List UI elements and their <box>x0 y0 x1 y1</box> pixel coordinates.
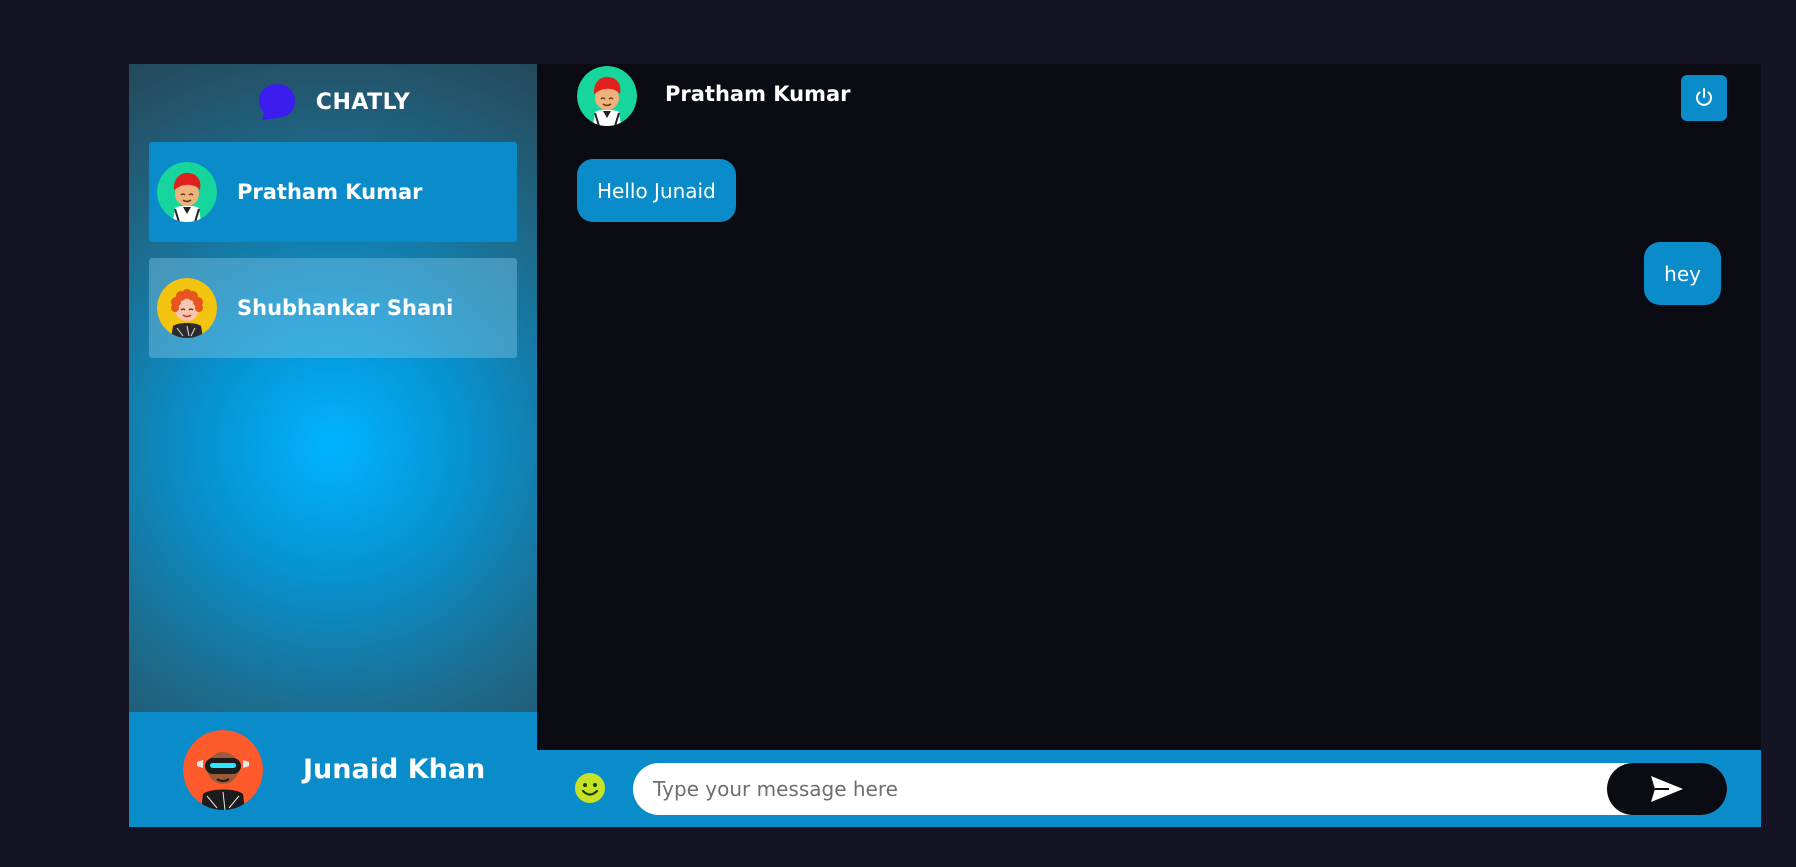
smiley-icon[interactable] <box>574 772 606 804</box>
avatar <box>183 729 263 810</box>
avatar <box>157 278 217 338</box>
contact-item-shubhankar-shani[interactable]: Shubhankar Shani <box>149 258 517 358</box>
contact-item-pratham-kumar[interactable]: Pratham Kumar <box>149 142 517 242</box>
chat-panel: Pratham Kumar Hello Junaid hey <box>537 64 1761 827</box>
chat-header: Pratham Kumar <box>537 64 1761 128</box>
current-user-name: Junaid Khan <box>303 754 486 785</box>
chat-bubble-icon <box>258 84 295 120</box>
brand-name: CHATLY <box>315 89 411 115</box>
sidebar: CHATLY Pratham Kumar Shubhankar Shani Ju… <box>129 64 537 827</box>
avatar <box>157 162 217 222</box>
avatar <box>577 66 637 126</box>
message-input[interactable] <box>653 763 1573 815</box>
send-icon <box>1651 776 1683 802</box>
chat-app: CHATLY Pratham Kumar Shubhankar Shani Ju… <box>129 64 1761 827</box>
logout-button[interactable] <box>1681 75 1727 121</box>
message-composer <box>537 750 1761 827</box>
contact-name: Shubhankar Shani <box>237 296 454 320</box>
message-outgoing: hey <box>1644 242 1721 305</box>
brand: CHATLY <box>129 82 537 122</box>
message-incoming: Hello Junaid <box>577 159 736 222</box>
chat-title: Pratham Kumar <box>665 82 851 106</box>
power-icon <box>1696 88 1712 106</box>
current-user-bar: Junaid Khan <box>129 712 537 827</box>
send-button[interactable] <box>1607 763 1727 815</box>
contact-name: Pratham Kumar <box>237 180 423 204</box>
message-input-wrapper <box>633 763 1727 815</box>
